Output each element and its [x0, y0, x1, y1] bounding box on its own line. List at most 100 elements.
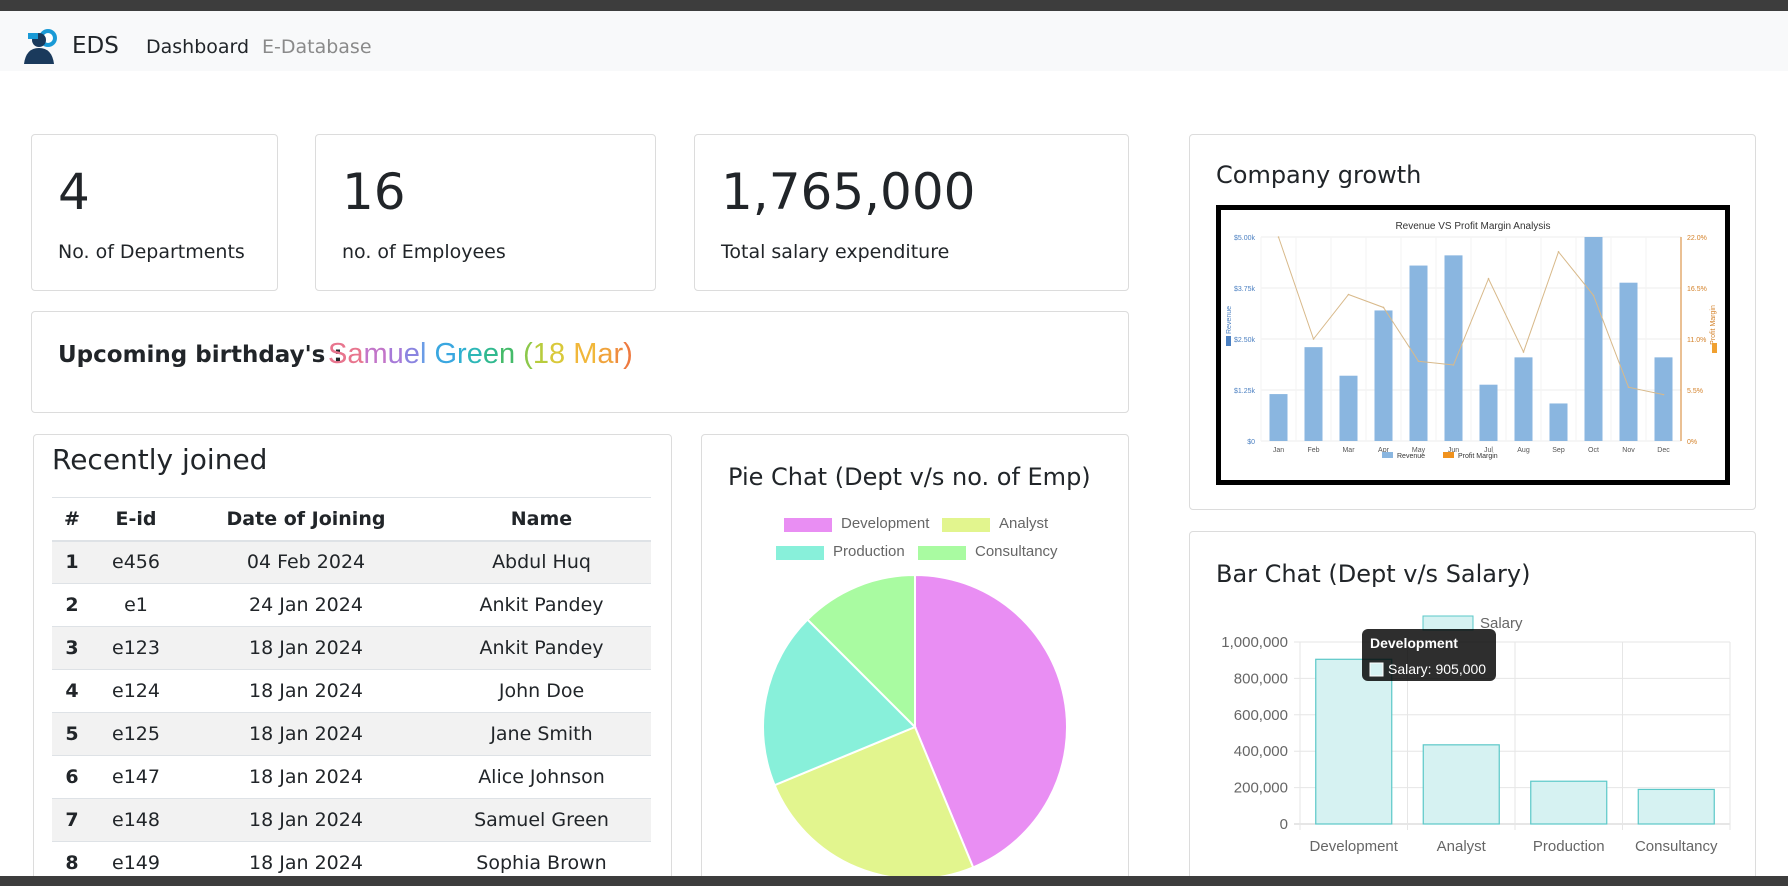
revenue-bar — [1654, 357, 1673, 441]
date-of-joining: 04 Feb 2024 — [180, 540, 432, 584]
profit-margin-point — [1382, 306, 1385, 309]
date-of-joining: 18 Jan 2024 — [180, 798, 432, 842]
profit-margin-point — [1312, 338, 1315, 340]
birthday-name-char: m — [363, 338, 388, 370]
employee-id: e1 — [92, 583, 180, 627]
month-label: Feb — [1307, 447, 1319, 454]
logo-icon[interactable] — [16, 28, 66, 64]
recently-joined-card: Recently joined # E-id Date of Joining N… — [33, 434, 672, 886]
stat-label: Total salary expenditure — [721, 241, 950, 263]
month-label: Aug — [1517, 447, 1530, 454]
left-axis-swatch — [1226, 336, 1231, 346]
company-growth-title: Company growth — [1216, 161, 1422, 189]
table-row[interactable]: 6 e147 18 Jan 2024 Alice Johnson — [52, 755, 651, 799]
table-header-row: # E-id Date of Joining Name — [52, 497, 651, 542]
y-tick-label: 800,000 — [1234, 670, 1288, 687]
x-tick-label: Development — [1310, 838, 1399, 855]
month-label: Sep — [1552, 447, 1565, 454]
birthday-name-char — [515, 338, 523, 370]
row-index: 3 — [52, 626, 92, 670]
table-row[interactable]: 1 e456 04 Feb 2024 Abdul Huq — [52, 540, 651, 584]
right-axis-label: Profit Margin — [1710, 305, 1717, 345]
left-tick-label: $3.75k — [1234, 286, 1256, 293]
birthday-name-char: 1 — [532, 338, 549, 370]
employee-name: Ankit Pandey — [432, 626, 651, 670]
employee-name: Alice Johnson — [432, 755, 651, 799]
revenue-bar — [1269, 394, 1288, 441]
revenue-bar — [1619, 282, 1638, 441]
recently-joined-title: Recently joined — [52, 443, 268, 476]
x-tick-label: Analyst — [1437, 838, 1487, 855]
right-tick-label: 16.5% — [1687, 286, 1707, 293]
brand-name[interactable]: EDS — [72, 33, 119, 59]
table-row[interactable]: 7 e148 18 Jan 2024 Samuel Green — [52, 798, 651, 842]
window-top-edge — [0, 0, 1788, 11]
month-label: Jan — [1273, 447, 1284, 454]
stat-label: no. of Employees — [342, 241, 506, 263]
stat-card-departments: 4 No. of Departments — [31, 134, 278, 291]
month-label: Nov — [1622, 447, 1635, 454]
employee-id: e147 — [92, 755, 180, 799]
growth-chart-title: Revenue VS Profit Margin Analysis — [1395, 221, 1550, 232]
date-of-joining: 18 Jan 2024 — [180, 669, 432, 713]
nav-dashboard[interactable]: Dashboard — [146, 36, 249, 58]
birthday-label: Upcoming birthday's : — [58, 342, 343, 368]
date-of-joining: 18 Jan 2024 — [180, 755, 432, 799]
revenue-bar — [1409, 265, 1428, 441]
birthday-name-char: r — [457, 338, 467, 370]
employee-name: Jane Smith — [432, 712, 651, 756]
salary-bar — [1315, 658, 1393, 825]
row-index: 2 — [52, 583, 92, 627]
nav-e-database[interactable]: E-Database — [262, 36, 372, 58]
y-tick-label: 400,000 — [1234, 743, 1288, 760]
employee-id: e123 — [92, 626, 180, 670]
birthday-name-char: a — [597, 338, 614, 370]
salary-bar — [1422, 744, 1500, 825]
pie-chart-card: Pie Chat (Dept v/s no. of Emp) Developme… — [701, 434, 1129, 886]
birthday-name-char: ( — [523, 338, 533, 370]
row-index: 6 — [52, 755, 92, 799]
table-row[interactable]: 4 e124 18 Jan 2024 John Doe — [52, 669, 651, 713]
birthday-name: Samuel Green (18 Mar) — [328, 338, 633, 371]
profit-margin-point — [1452, 364, 1455, 366]
date-of-joining: 18 Jan 2024 — [180, 712, 432, 756]
birthday-name-char: r — [613, 338, 624, 370]
stat-card-salary: 1,765,000 Total salary expenditure — [694, 134, 1129, 291]
table-row[interactable]: 3 e123 18 Jan 2024 Ankit Pandey — [52, 626, 651, 670]
employee-id: e456 — [92, 540, 180, 584]
employee-name: Abdul Huq — [432, 540, 651, 584]
row-index: 5 — [52, 712, 92, 756]
tooltip-swatch — [1369, 662, 1384, 677]
date-of-joining: 18 Jan 2024 — [180, 626, 432, 670]
employee-name: Samuel Green — [432, 798, 651, 842]
birthday-name-char: e — [403, 338, 420, 370]
column-header: # — [52, 497, 92, 542]
profit-margin-point — [1277, 236, 1280, 238]
birthday-name-char: S — [328, 338, 348, 370]
company-growth-card: Company growth Revenue VS Profit Margin … — [1189, 134, 1756, 510]
y-tick-label: 0 — [1280, 816, 1288, 833]
birthday-name-char: e — [482, 338, 499, 370]
row-index: 7 — [52, 798, 92, 842]
revenue-bar — [1339, 375, 1358, 441]
revenue-bar — [1514, 357, 1533, 441]
salary-bar-chart: Salary0200,000400,000600,000800,0001,000… — [1221, 615, 1731, 855]
legend-label: Profit Margin — [1458, 453, 1498, 460]
birthday-name-char: n — [498, 338, 516, 370]
birthday-name-char: G — [434, 338, 458, 370]
month-label: Mar — [1342, 447, 1355, 454]
revenue-bar — [1479, 384, 1498, 441]
profit-margin-point — [1557, 251, 1560, 253]
revenue-bar — [1374, 310, 1393, 441]
date-of-joining: 24 Jan 2024 — [180, 583, 432, 627]
tooltip-body: Salary: 905,000 — [1388, 661, 1486, 677]
employee-name: John Doe — [432, 669, 651, 713]
column-header: Date of Joining — [180, 497, 432, 542]
table-row[interactable]: 5 e125 18 Jan 2024 Jane Smith — [52, 712, 651, 756]
table-row[interactable]: 2 e1 24 Jan 2024 Ankit Pandey — [52, 583, 651, 627]
stat-label: No. of Departments — [58, 241, 245, 263]
growth-chart-frame: Revenue VS Profit Margin Analysis $0 0% $1.… — [1216, 205, 1730, 485]
pie-chart — [762, 573, 1068, 880]
x-tick-label: Consultancy — [1635, 838, 1718, 855]
column-header: E-id — [92, 497, 180, 542]
